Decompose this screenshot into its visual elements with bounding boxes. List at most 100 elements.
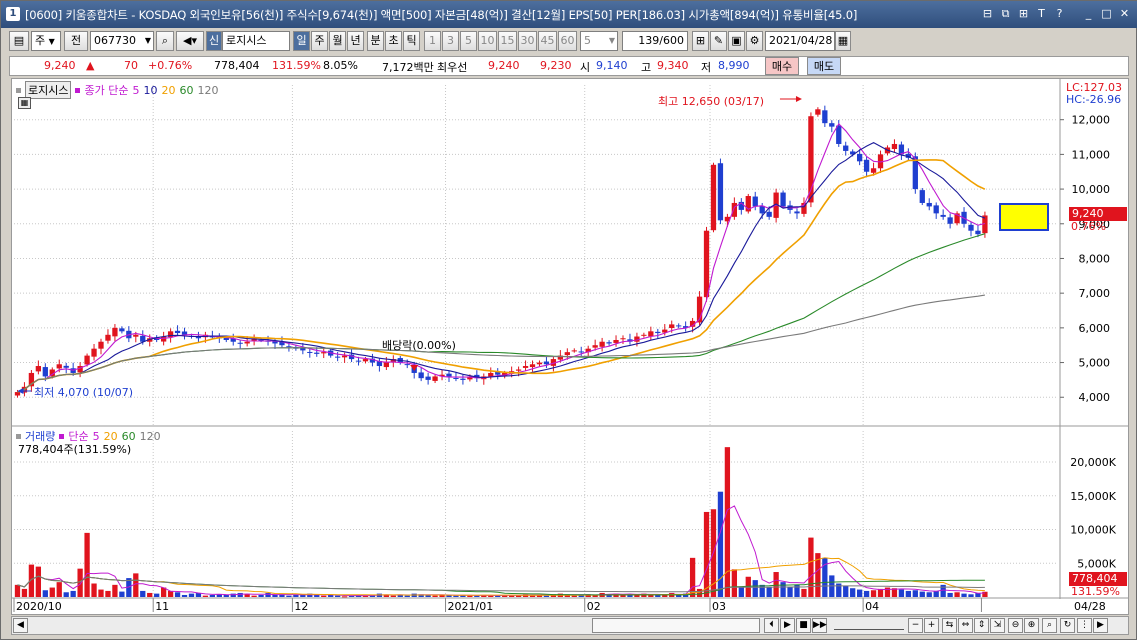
minute-30-button[interactable]: 30: [518, 31, 537, 51]
period-tick-tab[interactable]: 틱: [403, 31, 420, 51]
tile-icon[interactable]: ⊞: [1016, 6, 1031, 22]
candle-body: [362, 359, 369, 362]
save-icon[interactable]: ▣: [728, 31, 745, 51]
chart-canvas[interactable]: 4,0005,0006,0007,0008,0009,00010,00011,0…: [12, 79, 1128, 614]
calendar-icon[interactable]: ▦: [835, 31, 851, 51]
fit-icon[interactable]: ⇔: [958, 618, 973, 633]
candle-body: [460, 378, 466, 380]
minimize-button[interactable]: _: [1081, 6, 1096, 22]
enlarge-icon[interactable]: ⊕: [1024, 618, 1039, 633]
zoom-in-icon[interactable]: +: [924, 618, 939, 633]
date-field[interactable]: 2021/04/28: [765, 31, 835, 51]
volume-bar: [571, 595, 577, 597]
turnover-rate: 8.05%: [323, 59, 358, 72]
minute-15-button[interactable]: 15: [498, 31, 517, 51]
speaker-icon[interactable]: ◀▾: [176, 31, 204, 51]
step-back-icon[interactable]: ⏴: [764, 618, 779, 633]
trade-amount: 7,172백만: [382, 61, 434, 74]
minute-45-button[interactable]: 45: [538, 31, 557, 51]
candle-body: [425, 376, 431, 380]
stop-icon[interactable]: ■: [796, 618, 811, 633]
chart-panel[interactable]: 4,000 5,000 6,000 7,000 8,000 9,000 10,000 11,0…: [11, 78, 1129, 615]
dividend-marker-icon: [410, 365, 419, 371]
maximize-button[interactable]: □: [1099, 6, 1114, 22]
sell-button[interactable]: 매도: [807, 57, 841, 75]
minute-10-button[interactable]: 10: [478, 31, 497, 51]
search-icon[interactable]: ⌕: [156, 31, 174, 51]
period-second-tab[interactable]: 초: [385, 31, 402, 51]
scroll-thumb[interactable]: [592, 618, 760, 633]
settings-small-icon[interactable]: ⋮: [1077, 618, 1092, 633]
period-week-tab[interactable]: 주: [311, 31, 328, 51]
stock-name-tag[interactable]: 로지시스: [25, 81, 72, 99]
new-badge[interactable]: 신: [206, 31, 222, 51]
move-icon[interactable]: ⇆: [942, 618, 957, 633]
reduce-icon[interactable]: ⊖: [1008, 618, 1023, 633]
minute-3-button[interactable]: 3: [442, 31, 459, 51]
text-icon[interactable]: T: [1034, 6, 1049, 22]
last-volume-pct-tag: 131.59%: [1071, 585, 1120, 598]
volume-bar: [202, 595, 209, 597]
chart-scrollbar[interactable]: ◀ ⏴ ▶ ■ ▶▶ − + ⇆ ⇔ ⇕ ⇲ ⊖ ⊕ ⌕ ↻ ⋮ ▶: [11, 616, 1129, 635]
minute-5-button[interactable]: 5: [460, 31, 477, 51]
tools-icon[interactable]: ✎: [710, 31, 727, 51]
layout-icon[interactable]: ▤: [9, 31, 29, 51]
period-month-tab[interactable]: 월: [329, 31, 346, 51]
scroll-right-icon[interactable]: ▶: [1093, 618, 1108, 633]
minute-1-button[interactable]: 1: [424, 31, 441, 51]
chart-window: 1 [0600] 키움종합차트 - KOSDAQ 외국인보유[56(천)] 주식…: [0, 0, 1137, 640]
volume-bar: [870, 590, 877, 597]
fast-forward-icon[interactable]: ▶▶: [812, 618, 827, 633]
magnify-icon[interactable]: ⌕: [1042, 618, 1057, 633]
zoom-out-icon[interactable]: −: [908, 618, 923, 633]
volume-bar: [773, 572, 779, 597]
link-group-icon[interactable]: ⊟: [980, 6, 995, 22]
chevron-down-icon: ▼: [608, 36, 615, 45]
volume-bar: [780, 582, 786, 597]
volume-bar: [404, 595, 410, 597]
volume-bar: [105, 590, 111, 597]
stock-code-input[interactable]: 067730 ▼: [90, 31, 154, 51]
candle-body: [606, 342, 612, 344]
data-range-field[interactable]: 139/600: [622, 31, 688, 51]
volume-bar: [314, 594, 320, 597]
volume-bar: [140, 590, 146, 597]
refresh-icon[interactable]: ↻: [1060, 618, 1075, 633]
prev-button[interactable]: 전: [64, 31, 88, 51]
price-tick-label: 11,000: [1072, 148, 1111, 161]
indicator-icon[interactable]: ⊞: [692, 31, 709, 51]
cascade-icon[interactable]: ⧉: [998, 6, 1013, 22]
period-day-tab[interactable]: 일: [293, 31, 310, 51]
speed-slider[interactable]: [834, 620, 904, 630]
volume-bar: [759, 584, 765, 597]
time-tick-label: 04: [865, 600, 879, 613]
scroll-left-icon[interactable]: ◀: [13, 618, 28, 633]
volume-bar: [341, 596, 348, 598]
help-icon[interactable]: ?: [1052, 6, 1067, 22]
period-year-tab[interactable]: 년: [347, 31, 364, 51]
play-icon[interactable]: ▶: [780, 618, 795, 633]
volume-bar: [188, 593, 195, 597]
gear-icon[interactable]: ⚙: [746, 31, 763, 51]
candle-body: [710, 164, 717, 231]
time-tick-label: 04/28: [1074, 600, 1106, 613]
shrink-icon[interactable]: ⇲: [990, 618, 1005, 633]
expand-icon[interactable]: ⇕: [974, 618, 989, 633]
price-tick-label: 6,000: [1079, 322, 1111, 335]
period-minute-tab[interactable]: 분: [367, 31, 384, 51]
close-button[interactable]: ✕: [1117, 6, 1132, 22]
market-select[interactable]: 주 ▼: [31, 31, 61, 51]
volume-bar: [856, 589, 863, 597]
custom-period-select[interactable]: 5 ▼: [580, 31, 618, 51]
window-icon[interactable]: 1: [6, 7, 20, 21]
minute-60-button[interactable]: 60: [558, 31, 577, 51]
candle-body: [731, 202, 738, 217]
volume-bar: [752, 580, 758, 597]
grid-toggle-icon[interactable]: ▦: [18, 97, 31, 109]
candle-body: [453, 377, 459, 379]
selection-box[interactable]: [999, 203, 1049, 231]
volume-bar: [334, 595, 341, 597]
buy-button[interactable]: 매수: [765, 57, 799, 75]
volume-value-line: 778,404주(131.59%): [18, 443, 132, 456]
volume-bar: [898, 589, 905, 597]
